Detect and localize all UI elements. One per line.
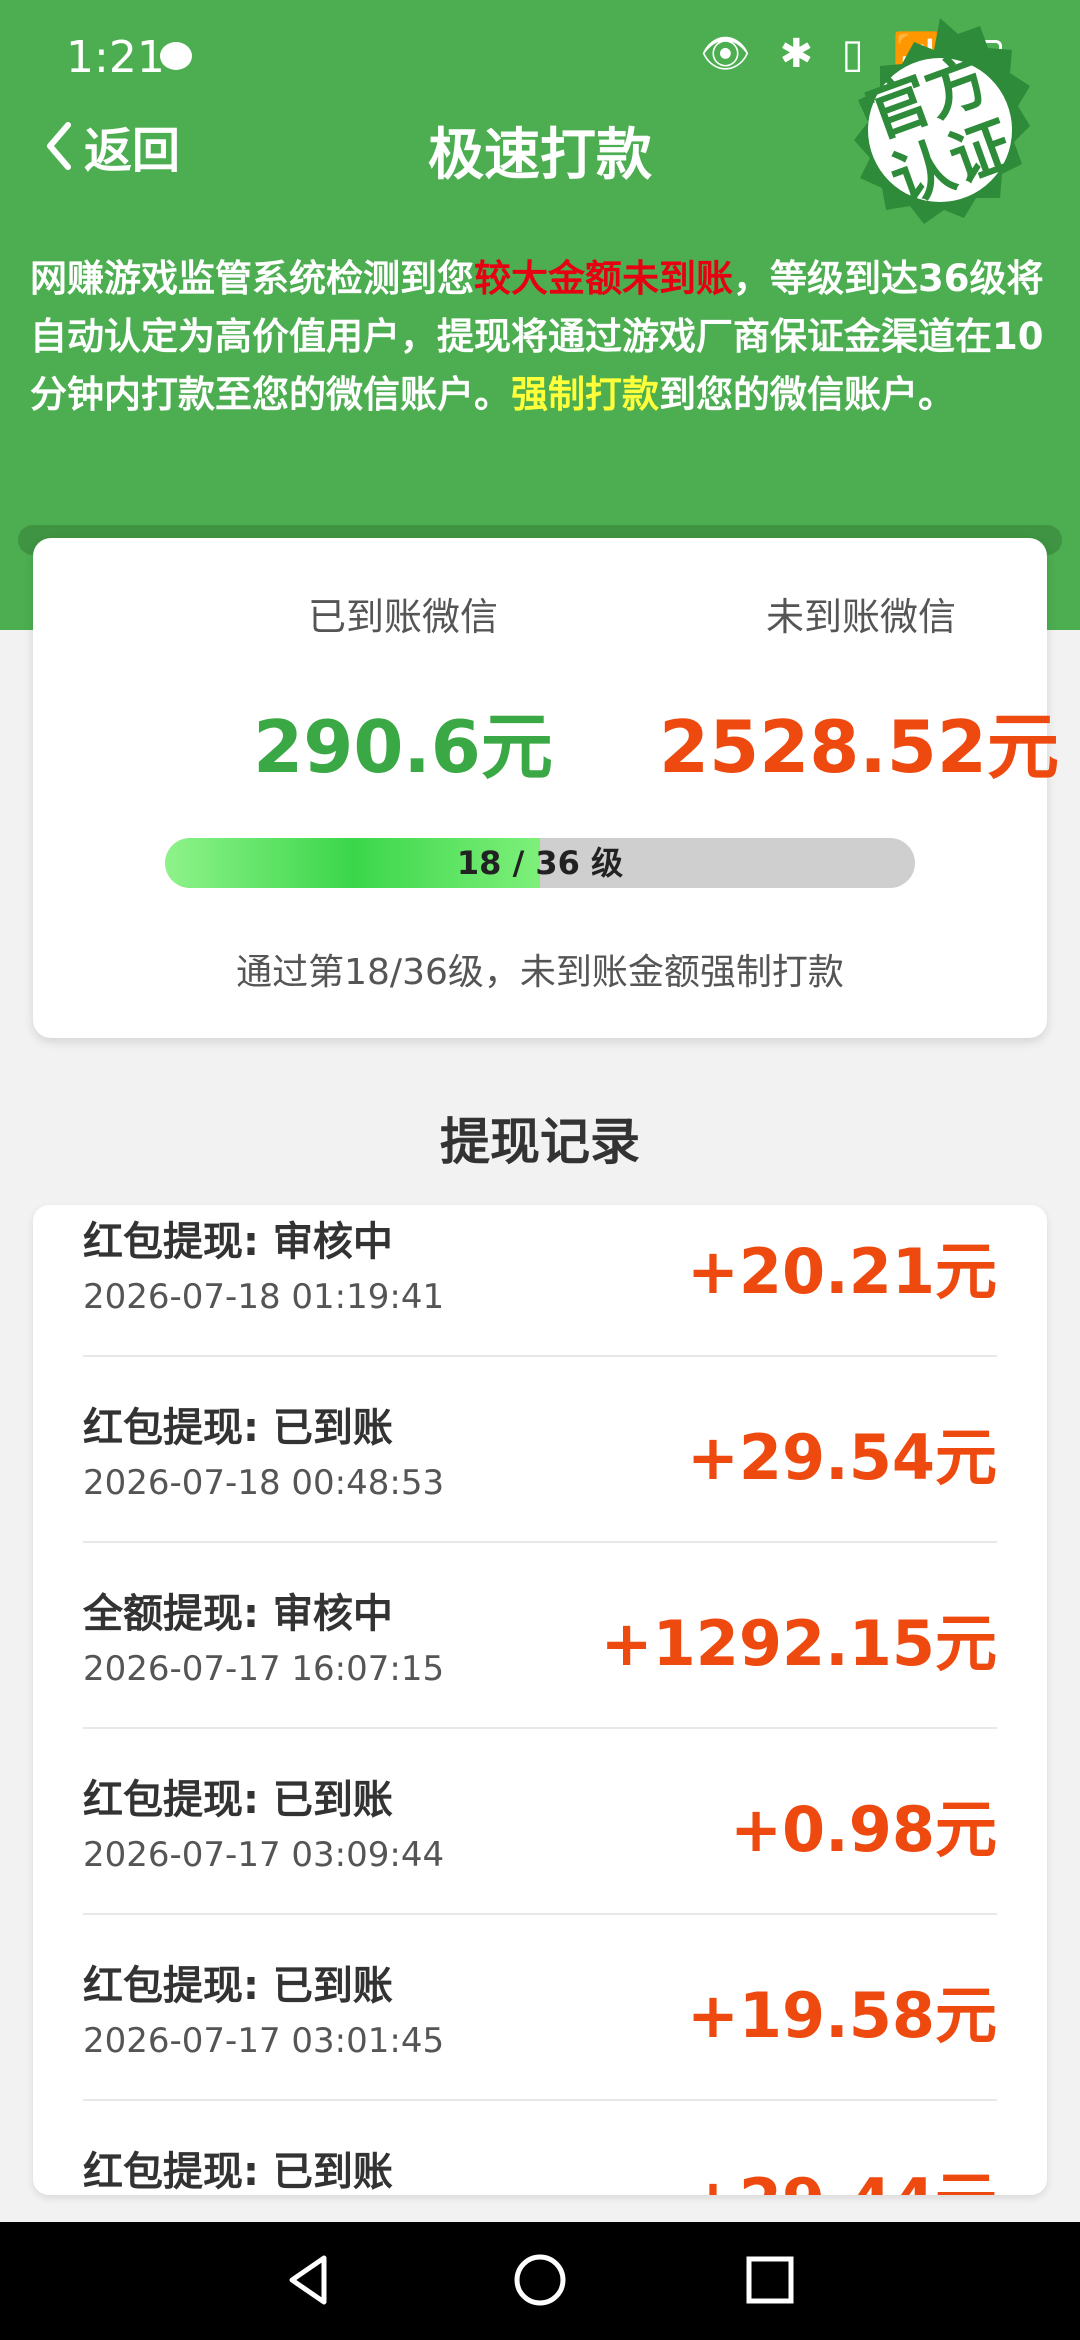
received-label: 已到账微信 bbox=[307, 595, 498, 639]
record-time: 2026-07-17 03:01:45 bbox=[83, 2021, 445, 2061]
balance-card: 已到账微信 未到账微信 290.6元 2528.52元 18 / 36 级 通过… bbox=[33, 538, 1059, 1038]
notice-part3: 到您的微信账户。 bbox=[659, 373, 955, 416]
notice-highlight-yellow: 强制打款 bbox=[511, 373, 659, 416]
home-circle-icon[interactable] bbox=[510, 2250, 570, 2310]
list-item[interactable]: 红包提现: 审核中 2026-07-18 01:19:41 +20.21元 bbox=[83, 1205, 997, 1357]
system-nav-bar bbox=[0, 2222, 1080, 2340]
list-item[interactable]: 红包提现: 已到账 +29.44元 bbox=[83, 2101, 997, 2195]
notice-highlight-red: 较大金额未到账 bbox=[474, 257, 733, 300]
notice-part1: 网赚游戏监管系统检测到您 bbox=[30, 257, 474, 300]
recents-square-icon[interactable] bbox=[740, 2250, 800, 2310]
notice-text: 网赚游戏监管系统检测到您较大金额未到账，等级到达36级将自动认定为高价值用户，提… bbox=[30, 250, 1050, 424]
records-title: 提现记录 bbox=[440, 1113, 640, 1171]
record-time: 2026-07-17 16:07:15 bbox=[83, 1649, 445, 1689]
pending-label: 未到账微信 bbox=[765, 595, 956, 639]
list-item[interactable]: 红包提现: 已到账 2026-07-18 00:48:53 +29.54元 bbox=[83, 1357, 997, 1543]
record-time: 2026-07-17 03:09:44 bbox=[83, 1835, 445, 1875]
card-note: 通过第18/36级，未到账金额强制打款 bbox=[236, 952, 844, 993]
record-label: 红包提现: 已到账 bbox=[83, 1963, 393, 2009]
record-amount: +29.54元 bbox=[686, 1421, 997, 1494]
record-time: 2026-07-18 01:19:41 bbox=[83, 1277, 445, 1317]
record-label: 红包提现: 已到账 bbox=[83, 1405, 393, 1451]
record-amount: +19.58元 bbox=[686, 1979, 997, 2052]
progress-label: 18 / 36 级 bbox=[456, 844, 624, 882]
records-list[interactable]: 红包提现: 审核中 2026-07-18 01:19:41 +20.21元 红包… bbox=[33, 1205, 1047, 2195]
record-amount: +0.98元 bbox=[730, 1793, 997, 1866]
record-amount: +20.21元 bbox=[686, 1235, 997, 1308]
official-seal: 官方 认证 bbox=[825, 15, 1055, 245]
list-item[interactable]: 全额提现: 审核中 2026-07-17 16:07:15 +1292.15元 bbox=[83, 1543, 997, 1729]
status-time: 1:21 bbox=[66, 32, 165, 83]
record-time: 2026-07-18 00:48:53 bbox=[83, 1463, 445, 1503]
list-item[interactable]: 红包提现: 已到账 2026-07-17 03:09:44 +0.98元 bbox=[83, 1729, 997, 1915]
record-label: 红包提现: 已到账 bbox=[83, 1777, 393, 1823]
record-label: 红包提现: 审核中 bbox=[83, 1219, 393, 1265]
level-progress-bar: 18 / 36 级 bbox=[165, 838, 915, 888]
wechat-notification-icon bbox=[160, 42, 192, 70]
back-triangle-icon[interactable] bbox=[280, 2250, 340, 2310]
record-label: 红包提现: 已到账 bbox=[83, 2149, 393, 2195]
record-amount: +1292.15元 bbox=[600, 1607, 997, 1680]
pending-value: 2528.52元 bbox=[659, 705, 1059, 789]
record-amount: +29.44元 bbox=[687, 2151, 997, 2195]
received-value: 290.6元 bbox=[253, 705, 553, 789]
record-label: 全额提现: 审核中 bbox=[83, 1591, 393, 1637]
list-item[interactable]: 红包提现: 已到账 2026-07-17 03:01:45 +19.58元 bbox=[83, 1915, 997, 2101]
